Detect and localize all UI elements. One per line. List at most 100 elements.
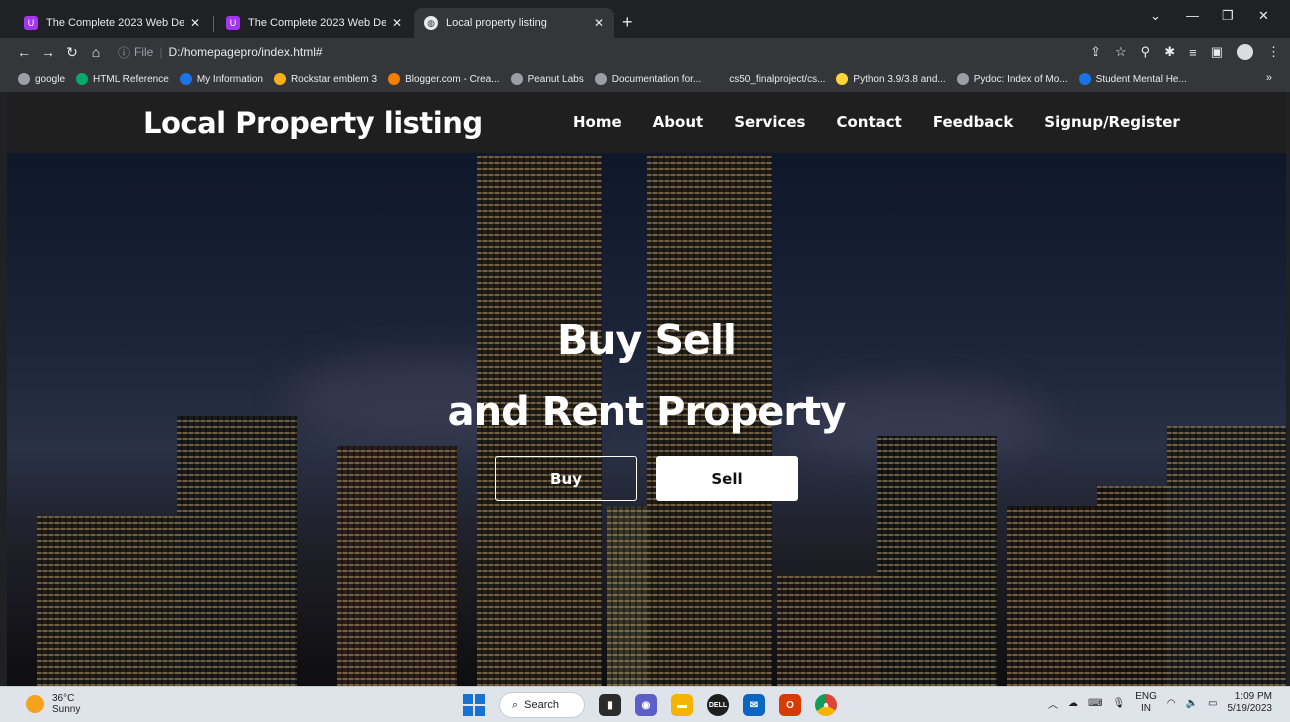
search-icon: ⌕	[512, 698, 519, 711]
bookmark-item[interactable]: Documentation for...	[594, 73, 702, 85]
close-icon[interactable]: ✕	[190, 16, 200, 30]
nav-feedback[interactable]: Feedback	[933, 113, 1013, 131]
back-arrow-icon[interactable]: ←	[12, 44, 36, 60]
browser-toolbar: ← → ↻ ⌂ ⓘ File | D:/homepagepro/index.ht…	[0, 38, 1290, 66]
extension-icon[interactable]: ⚲	[1141, 44, 1151, 60]
bookmarks-bar: google HTML Reference My Information Rockst…	[0, 66, 1290, 92]
bookmark-item[interactable]: Peanut Labs	[510, 73, 584, 85]
system-tray: ︿ ☁ ⌨ 🎙 ENG IN ◠ 🔈 ▭ 1:09 PM 5/19/2023	[1048, 691, 1272, 715]
office-icon[interactable]: O	[779, 694, 801, 716]
cloud-icon	[179, 73, 192, 85]
bookmark-label: Documentation for...	[611, 73, 702, 85]
site-navbar: Local Property listing Home About Servic…	[7, 92, 1286, 153]
blank-icon	[712, 73, 725, 85]
udemy-favicon-icon: U	[226, 16, 240, 30]
windows-start-icon[interactable]	[463, 694, 485, 716]
bookmark-item[interactable]: Python 3.9/3.8 and...	[836, 73, 946, 85]
restore-icon[interactable]: ❐	[1222, 8, 1234, 24]
bookmark-item[interactable]: Blogger.com - Crea...	[388, 73, 500, 85]
bookmark-label: google	[35, 73, 66, 85]
clock[interactable]: 1:09 PM 5/19/2023	[1228, 691, 1273, 715]
tab-search-chevron-icon[interactable]: ⌄	[1150, 8, 1161, 24]
bookmark-item[interactable]: google	[18, 73, 65, 85]
hero-heading-line1: Buy Sell	[557, 316, 737, 364]
page-viewport: Local Property listing Home About Servic…	[7, 92, 1286, 686]
browser-tab-udemy-2[interactable]: U The Complete 2023 Web Develop ✕	[216, 8, 412, 38]
mail-icon[interactable]: ✉	[743, 694, 765, 716]
python-icon	[836, 73, 849, 85]
microphone-icon[interactable]: 🎙	[1112, 698, 1125, 709]
close-icon[interactable]: ✕	[392, 16, 402, 30]
close-icon[interactable]: ✕	[594, 16, 604, 30]
onedrive-cloud-icon[interactable]: ☁	[1068, 698, 1078, 709]
url-text[interactable]: D:/homepagepro/index.html#	[168, 45, 322, 59]
share-icon[interactable]: ⇪	[1090, 44, 1101, 60]
site-logo[interactable]: Local Property listing	[143, 106, 483, 140]
sell-button[interactable]: Sell	[656, 456, 798, 501]
dell-icon[interactable]: DELL	[707, 694, 729, 716]
more-menu-icon[interactable]: ⋮	[1267, 44, 1280, 60]
bookmark-item[interactable]: Pydoc: Index of Mo...	[956, 73, 1068, 85]
language-indicator[interactable]: ENG IN	[1135, 691, 1157, 715]
bookmark-item[interactable]: Rockstar emblem 3	[273, 73, 377, 85]
lang-region: IN	[1141, 703, 1152, 714]
bookmark-label: cs50_finalproject/cs...	[729, 73, 826, 85]
bookmark-item[interactable]: My Information	[179, 73, 263, 85]
k-icon	[1078, 73, 1091, 85]
bookmark-label: Python 3.9/3.8 and...	[853, 73, 946, 85]
home-icon[interactable]: ⌂	[84, 44, 108, 60]
taskbar-apps: ⌕ Search ▮ ◉ ▬ DELL ✉ O ●	[463, 692, 837, 718]
nav-about[interactable]: About	[653, 113, 704, 131]
profile-avatar-icon[interactable]	[1237, 44, 1253, 60]
hero-heading: Buy Sell and Rent Property	[7, 314, 1286, 438]
file-explorer-icon[interactable]: ▬	[671, 694, 693, 716]
side-panel-icon[interactable]: ▣	[1211, 44, 1223, 60]
lang-code: ENG	[1135, 691, 1157, 702]
blogger-icon	[388, 73, 401, 85]
bookmark-item[interactable]: cs50_finalproject/cs...	[712, 73, 825, 85]
tab-divider	[213, 16, 214, 32]
keyboard-icon[interactable]: ⌨	[1088, 698, 1102, 709]
taskbar-search[interactable]: ⌕ Search	[499, 692, 585, 718]
nav-contact[interactable]: Contact	[836, 113, 901, 131]
task-view-icon[interactable]: ▮	[599, 694, 621, 716]
weather-widget[interactable]: 36°C Sunny	[26, 693, 80, 715]
windows-taskbar: 36°C Sunny ⌕ Search ▮ ◉ ▬ DELL ✉ O ● ︿ ☁…	[0, 686, 1290, 722]
w3-icon	[76, 73, 89, 85]
show-hidden-icons-chevron-icon[interactable]: ︿	[1048, 696, 1058, 711]
window-close-icon[interactable]: ✕	[1258, 8, 1269, 24]
volume-muted-icon[interactable]: 🔈	[1186, 698, 1198, 709]
browser-tab-active[interactable]: ◍ Local property listing ✕	[414, 8, 614, 38]
bookmarks-overflow-icon[interactable]: »	[1266, 72, 1272, 84]
browser-tab-udemy-1[interactable]: U The Complete 2023 Web Develop ✕	[14, 8, 210, 38]
reload-icon[interactable]: ↻	[60, 44, 84, 61]
bookmark-item[interactable]: Student Mental He...	[1078, 73, 1187, 85]
rockstar-icon	[273, 73, 286, 85]
site-nav-links: Home About Services Contact Feedback Sig…	[573, 113, 1211, 131]
bookmark-label: Blogger.com - Crea...	[405, 73, 500, 85]
nav-home[interactable]: Home	[573, 113, 622, 131]
address-bar[interactable]: ⓘ File | D:/homepagepro/index.html#	[118, 40, 1118, 64]
nav-services[interactable]: Services	[734, 113, 805, 131]
reading-list-icon[interactable]: ≡	[1189, 45, 1197, 60]
nav-signup-register[interactable]: Signup/Register	[1044, 113, 1180, 131]
extensions-puzzle-icon[interactable]: ✱	[1164, 44, 1175, 60]
globe-icon	[510, 73, 523, 85]
hero-heading-line2: and Rent Property	[447, 389, 847, 435]
buy-button[interactable]: Buy	[495, 456, 637, 501]
teams-chat-icon[interactable]: ◉	[635, 694, 657, 716]
weather-condition: Sunny	[52, 704, 81, 715]
bookmark-star-icon[interactable]: ☆	[1115, 44, 1127, 60]
new-tab-plus-icon[interactable]: +	[622, 12, 633, 32]
bookmark-label: Pydoc: Index of Mo...	[973, 73, 1068, 85]
forward-arrow-icon[interactable]: →	[36, 44, 60, 60]
clock-time: 1:09 PM	[1234, 691, 1272, 702]
battery-icon[interactable]: ▭	[1208, 698, 1217, 709]
file-scheme-label: File	[134, 45, 154, 59]
minimize-icon[interactable]: —	[1186, 8, 1199, 23]
bookmark-item[interactable]: HTML Reference	[76, 73, 169, 85]
wifi-icon[interactable]: ◠	[1167, 698, 1176, 709]
chrome-icon[interactable]: ●	[815, 694, 837, 716]
bookmark-label: HTML Reference	[93, 73, 169, 85]
info-icon[interactable]: ⓘ	[118, 44, 130, 61]
